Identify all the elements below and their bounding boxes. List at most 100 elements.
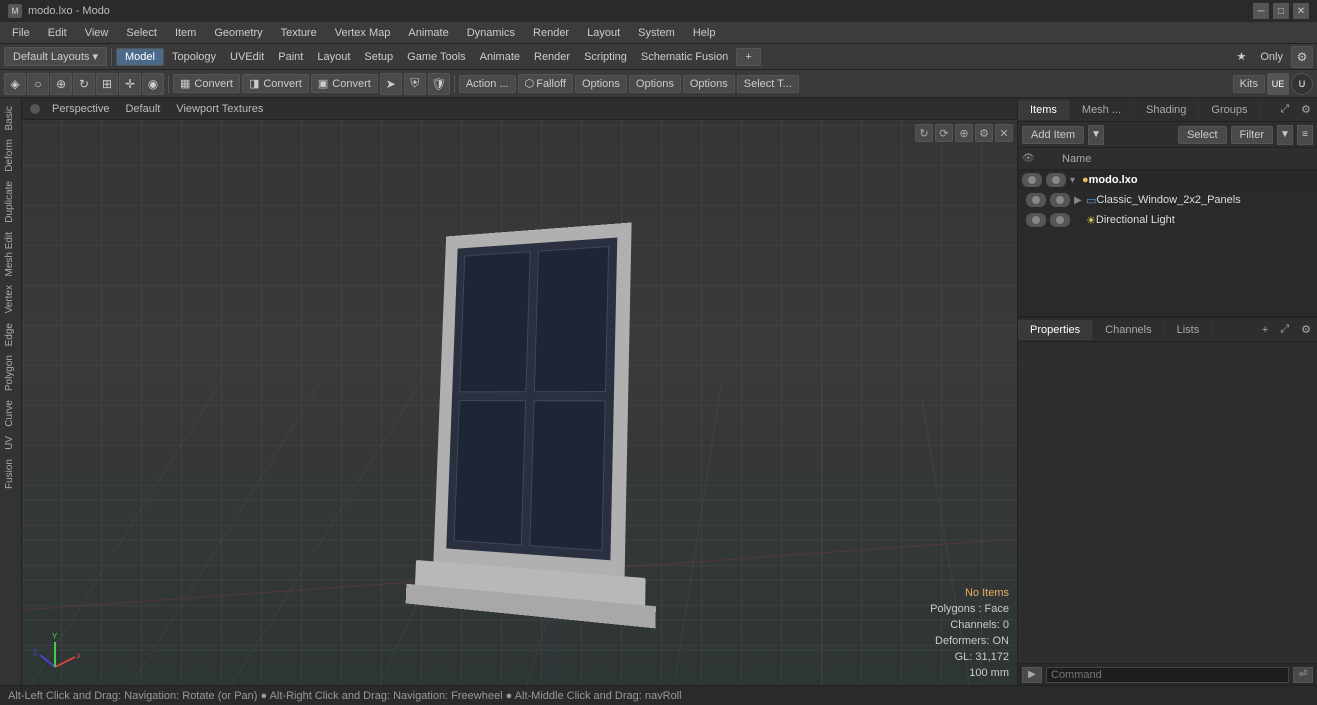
select-tool-icon[interactable]: ◈: [4, 73, 26, 95]
visibility-toggle[interactable]: [1026, 213, 1046, 227]
vp-ctrl-close[interactable]: ✕: [995, 124, 1013, 142]
tab-paint[interactable]: Paint: [272, 49, 309, 65]
sidebar-item-basic[interactable]: Basic: [2, 102, 20, 134]
menu-item-texture[interactable]: Texture: [273, 25, 325, 41]
arrow-tool-icon[interactable]: ➤: [380, 73, 402, 95]
more-btn[interactable]: ≡: [1297, 125, 1313, 145]
expand-panel-btn[interactable]: ⤢: [1274, 99, 1295, 120]
filter-button[interactable]: Filter: [1231, 126, 1273, 144]
list-item[interactable]: ▶ ▭ Classic_Window_2x2_Panels: [1018, 190, 1317, 210]
layouts-dropdown[interactable]: Default Layouts ▾: [4, 47, 107, 66]
gear-settings-icon[interactable]: ⚙: [1291, 46, 1313, 68]
kits-button[interactable]: Kits: [1233, 75, 1265, 93]
command-execute-btn[interactable]: ⏎: [1293, 667, 1313, 683]
action-button[interactable]: Action ...: [459, 75, 516, 93]
expand-icon[interactable]: ▶: [1074, 195, 1086, 206]
tab-animate[interactable]: Animate: [474, 49, 526, 65]
convert-button-2[interactable]: ◨ Convert: [242, 74, 309, 93]
sidebar-item-mesh-edit[interactable]: Mesh Edit: [2, 228, 20, 280]
vp-view-type[interactable]: Perspective: [48, 102, 113, 116]
visibility-toggle2[interactable]: [1050, 193, 1070, 207]
visibility-toggle2[interactable]: [1050, 213, 1070, 227]
sidebar-item-fusion[interactable]: Fusion: [2, 455, 20, 493]
visibility-toggle[interactable]: [1026, 193, 1046, 207]
vp-ctrl-refresh[interactable]: ⟳: [935, 124, 953, 142]
tab-properties[interactable]: Properties: [1018, 320, 1093, 340]
menu-item-render[interactable]: Render: [525, 25, 577, 41]
select-tool-btn[interactable]: Select T...: [737, 75, 799, 93]
tab-game-tools[interactable]: Game Tools: [401, 49, 472, 65]
vp-ctrl-zoom[interactable]: ⊕: [955, 124, 973, 142]
visibility-toggle2[interactable]: [1046, 173, 1066, 187]
menu-item-geometry[interactable]: Geometry: [206, 25, 270, 41]
panel-settings-btn[interactable]: ⚙: [1295, 99, 1317, 120]
menu-item-system[interactable]: System: [630, 25, 683, 41]
add-item-button[interactable]: Add Item: [1022, 126, 1084, 144]
tab-scripting[interactable]: Scripting: [578, 49, 633, 65]
sidebar-item-duplicate[interactable]: Duplicate: [2, 177, 20, 227]
vp-shading[interactable]: Viewport Textures: [172, 102, 267, 116]
visibility-toggle[interactable]: [1022, 173, 1042, 187]
sidebar-item-vertex[interactable]: Vertex: [2, 281, 20, 317]
unreal-icon[interactable]: U: [1291, 73, 1313, 95]
scale-tool-icon[interactable]: ⊞: [96, 73, 118, 95]
menu-item-select[interactable]: Select: [118, 25, 165, 41]
plus-btn[interactable]: +: [1256, 320, 1274, 340]
vp-ctrl-orbit[interactable]: ↻: [915, 124, 933, 142]
menu-item-file[interactable]: File: [4, 25, 38, 41]
command-arrow-btn[interactable]: ▶: [1022, 667, 1042, 683]
menu-item-animate[interactable]: Animate: [400, 25, 456, 41]
move-tool-icon[interactable]: ✛: [119, 73, 141, 95]
minimize-button[interactable]: ─: [1253, 3, 1269, 19]
sidebar-item-edge[interactable]: Edge: [2, 319, 20, 350]
tab-mesh[interactable]: Mesh ...: [1070, 100, 1134, 120]
camera-tool-icon[interactable]: ◉: [142, 73, 164, 95]
sidebar-item-uv[interactable]: UV: [2, 432, 20, 454]
circle-tool-icon[interactable]: ○: [27, 73, 49, 95]
tab-topology[interactable]: Topology: [166, 49, 222, 65]
menu-item-dynamics[interactable]: Dynamics: [459, 25, 523, 41]
shield-tool-icon[interactable]: ⛨: [404, 73, 426, 95]
command-input[interactable]: [1046, 667, 1289, 683]
list-item[interactable]: ▾ ● modo.lxo: [1018, 170, 1317, 190]
list-item[interactable]: ▶ ☀ Directional Light: [1018, 210, 1317, 230]
options-button-1[interactable]: Options: [575, 75, 627, 93]
convert-button-3[interactable]: ▣ Convert: [311, 74, 378, 93]
menu-item-item[interactable]: Item: [167, 25, 204, 41]
magnet-tool-icon[interactable]: ⊕: [50, 73, 72, 95]
add-workspace-button[interactable]: +: [736, 48, 760, 66]
filter-dropdown[interactable]: ▼: [1277, 125, 1293, 145]
tab-items[interactable]: Items: [1018, 100, 1070, 120]
rotate-tool-icon[interactable]: ↻: [73, 73, 95, 95]
tab-shading[interactable]: Shading: [1134, 100, 1199, 120]
convert-button-1[interactable]: ▦ Convert: [173, 74, 240, 93]
expand-props-btn[interactable]: ⤢: [1274, 319, 1295, 340]
menu-item-vertex map[interactable]: Vertex Map: [327, 25, 399, 41]
options-button-3[interactable]: Options: [683, 75, 735, 93]
close-button[interactable]: ✕: [1293, 3, 1309, 19]
tab-model[interactable]: Model: [116, 48, 164, 66]
sidebar-item-curve[interactable]: Curve: [2, 396, 20, 431]
tab-lists[interactable]: Lists: [1165, 320, 1213, 340]
select-button[interactable]: Select: [1178, 126, 1227, 144]
menu-item-edit[interactable]: Edit: [40, 25, 75, 41]
menu-item-help[interactable]: Help: [685, 25, 724, 41]
vp-render-mode[interactable]: Default: [121, 102, 164, 116]
maximize-button[interactable]: □: [1273, 3, 1289, 19]
vp-ctrl-settings[interactable]: ⚙: [975, 124, 993, 142]
props-settings-btn[interactable]: ⚙: [1295, 319, 1317, 340]
ue-icon[interactable]: UE: [1267, 73, 1289, 95]
options-button-2[interactable]: Options: [629, 75, 681, 93]
sidebar-item-deform[interactable]: Deform: [2, 135, 20, 176]
tab-render[interactable]: Render: [528, 49, 576, 65]
shield2-tool-icon[interactable]: 🛡: [428, 73, 450, 95]
tab-schematic[interactable]: Schematic Fusion: [635, 49, 734, 65]
sidebar-item-polygon[interactable]: Polygon: [2, 351, 20, 395]
tab-layout[interactable]: Layout: [311, 49, 356, 65]
tab-channels[interactable]: Channels: [1093, 320, 1164, 340]
tab-groups[interactable]: Groups: [1199, 100, 1260, 120]
falloff-button[interactable]: ⬡ Falloff: [518, 74, 573, 93]
menu-item-layout[interactable]: Layout: [579, 25, 628, 41]
add-item-dropdown[interactable]: ▼: [1088, 125, 1104, 145]
tab-uvedit[interactable]: UVEdit: [224, 49, 270, 65]
